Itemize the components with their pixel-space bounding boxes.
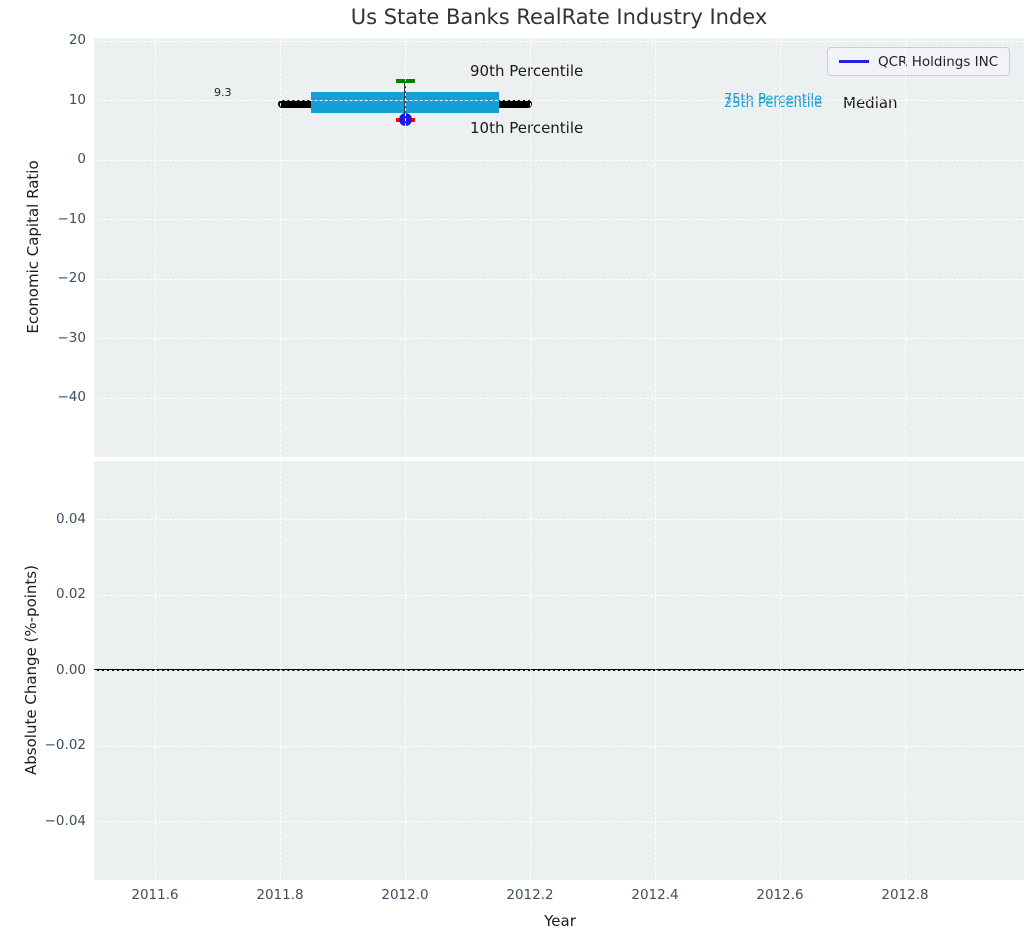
x-tick-label: 2012.2 bbox=[506, 887, 554, 903]
y-tick-label: −0.04 bbox=[44, 812, 86, 829]
gridline-horizontal bbox=[94, 278, 1024, 280]
x-tick-label: 2011.6 bbox=[131, 887, 179, 903]
gridline-horizontal bbox=[94, 594, 1024, 596]
x-tick-label: 2011.8 bbox=[256, 887, 304, 903]
y-tick-label: −30 bbox=[57, 329, 87, 346]
gridline-horizontal bbox=[94, 397, 1024, 399]
x-tick-label: 2012.6 bbox=[756, 887, 804, 903]
p90-annotation: 90th Percentile bbox=[470, 62, 584, 80]
y-tick-label: 20 bbox=[68, 32, 86, 49]
gridline-horizontal bbox=[94, 745, 1024, 747]
y-tick-label: 0 bbox=[77, 151, 86, 168]
figure: Us State Banks RealRate Industry Index 9… bbox=[0, 0, 1034, 942]
median-value-annotation: 9.3 bbox=[214, 86, 232, 99]
p25-annotation: 25th Percentile bbox=[724, 96, 823, 111]
top-plot-area: 9.3 90th Percentile 10th Percentile 75th… bbox=[94, 38, 1024, 457]
gridline-horizontal bbox=[94, 40, 1024, 42]
x-axis-label: Year bbox=[544, 912, 576, 930]
legend-line-sample bbox=[839, 60, 869, 63]
median-annotation: Median bbox=[843, 94, 898, 112]
x-tick-label: 2012.0 bbox=[381, 887, 429, 903]
x-tick-label: 2012.8 bbox=[881, 887, 929, 903]
gridline-horizontal bbox=[94, 519, 1024, 520]
gridline-horizontal bbox=[94, 338, 1024, 340]
y-tick-label: 10 bbox=[68, 91, 86, 108]
y-tick-label: −0.02 bbox=[44, 737, 86, 753]
chart-title: Us State Banks RealRate Industry Index bbox=[350, 5, 768, 29]
gridline-horizontal bbox=[94, 219, 1024, 221]
legend-label: QCR Holdings INC bbox=[878, 53, 999, 70]
y-tick-label: −40 bbox=[57, 389, 87, 405]
y-tick-label: −10 bbox=[57, 210, 87, 227]
y-tick-label: 0.04 bbox=[55, 510, 86, 527]
gridline-horizontal bbox=[94, 821, 1024, 822]
y-tick-label: 0.00 bbox=[55, 661, 86, 678]
bottom-plot-area bbox=[94, 461, 1024, 880]
x-tick-label: 2012.4 bbox=[631, 887, 679, 903]
y-tick-label: 0.02 bbox=[55, 586, 86, 602]
legend: QCR Holdings INC bbox=[827, 47, 1011, 76]
gridline-horizontal bbox=[94, 100, 1024, 102]
p10-annotation: 10th Percentile bbox=[470, 119, 584, 137]
gridline-horizontal bbox=[94, 670, 1024, 671]
y-tick-label: −20 bbox=[57, 270, 87, 287]
top-y-axis-label: Economic Capital Ratio bbox=[24, 160, 42, 334]
gridline-horizontal bbox=[94, 159, 1024, 161]
